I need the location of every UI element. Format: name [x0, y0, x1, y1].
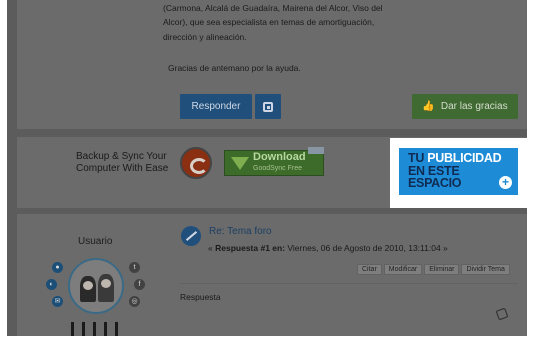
post-title-link[interactable]: Re: Tema foro — [209, 226, 272, 237]
chat-icon[interactable]: ● — [52, 262, 63, 273]
thanks-label: Dar las gracias — [440, 101, 508, 112]
promo-text: ESPACIO — [408, 176, 462, 190]
frame-border — [0, 0, 7, 339]
adchoices-icon[interactable] — [308, 147, 324, 154]
promo-text: PUBLICIDAD — [427, 151, 502, 165]
post-text-line: Alcor), que sea especialista en temas de… — [163, 17, 375, 27]
quote-icon — [263, 101, 273, 112]
avatar[interactable] — [68, 258, 124, 314]
download-subtitle: GoodSync Free — [253, 165, 303, 172]
post-text-line: dirección y alineación. — [163, 32, 247, 42]
quote-button[interactable] — [255, 94, 281, 119]
twitter-icon[interactable]: t — [129, 262, 140, 273]
download-title: Download — [253, 151, 306, 163]
email-icon[interactable]: ✉ — [52, 296, 63, 307]
frame-border — [527, 0, 536, 339]
goodsync-logo[interactable] — [180, 147, 212, 179]
post-actions: Citar Modificar Eliminar Dividir Tema — [357, 264, 510, 275]
promo-text: TU — [408, 151, 425, 165]
post-body: Respuesta — [180, 292, 221, 302]
quote-action-button[interactable]: Citar — [357, 264, 382, 275]
plus-icon[interactable]: + — [499, 176, 512, 189]
ad-text[interactable]: Backup & Sync Your Computer With Ease — [76, 151, 174, 175]
download-arrow-icon — [231, 156, 249, 170]
thumbs-up-icon: 👍 — [422, 101, 435, 112]
advertise-here-banner[interactable]: TU PUBLICIDAD EN ESTE ESPACIO + — [399, 148, 518, 195]
divider — [180, 283, 518, 284]
website-icon[interactable]: ◎ — [129, 296, 140, 307]
split-topic-button[interactable]: Dividir Tema — [461, 264, 510, 275]
post-text-line: Gracias de antemano por la ayuda. — [168, 63, 301, 73]
username[interactable]: Usuario — [78, 236, 112, 247]
reply-button[interactable]: Responder — [180, 94, 252, 119]
modify-action-button[interactable]: Modificar — [383, 264, 423, 275]
facebook-icon[interactable]: f — [134, 279, 145, 290]
pencil-icon — [181, 226, 201, 246]
post-meta: « Respuesta #1 en: Viernes, 06 de Agosto… — [208, 243, 448, 253]
thanks-button[interactable]: 👍 Dar las gracias — [412, 94, 518, 119]
delete-action-button[interactable]: Eliminar — [424, 264, 460, 275]
profile-icon[interactable]: ◐ — [46, 279, 57, 290]
